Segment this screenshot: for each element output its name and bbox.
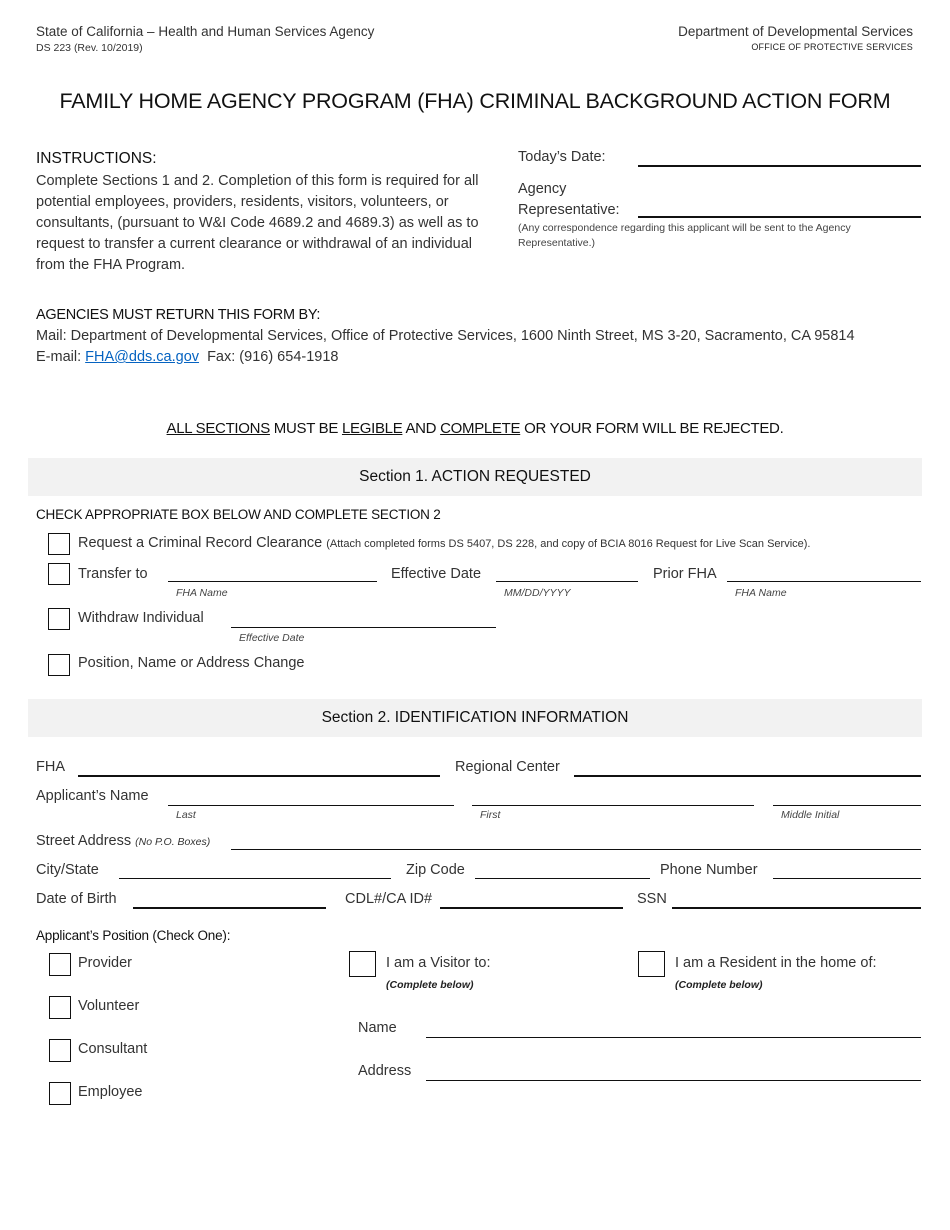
warning-all-sections: ALL SECTIONS xyxy=(166,420,271,437)
change-checkbox[interactable] xyxy=(48,654,70,676)
section1-instruction: CHECK APPROPRIATE BOX BELOW AND COMPLETE… xyxy=(36,507,441,522)
withdraw-label: Withdraw Individual xyxy=(78,610,204,626)
street-address-note: (No P.O. Boxes) xyxy=(135,836,211,848)
form-id: DS 223 (Rev. 10/2019) xyxy=(36,42,143,54)
email-link[interactable]: FHA@dds.ca.gov xyxy=(85,349,199,365)
warning-complete: COMPLETE xyxy=(440,420,521,437)
applicant-name-label: Applicant’s Name xyxy=(36,788,149,804)
host-address-label: Address xyxy=(358,1063,412,1079)
ssn-field[interactable] xyxy=(672,907,921,909)
department-name: Department of Developmental Services xyxy=(678,24,913,39)
fax-number: Fax: (916) 654-1918 xyxy=(207,349,339,365)
section2-header: Section 2. IDENTIFICATION INFORMATION xyxy=(28,699,922,737)
transfer-fha-field[interactable] xyxy=(168,581,377,582)
withdraw-date-field[interactable] xyxy=(231,627,496,628)
employee-checkbox[interactable] xyxy=(49,1082,71,1105)
first-name-hint: First xyxy=(480,809,501,821)
effective-date-label: Effective Date xyxy=(391,566,482,582)
effective-date-hint: MM/DD/YYYY xyxy=(504,587,571,599)
form-title: FAMILY HOME AGENCY PROGRAM (FHA) CRIMINA… xyxy=(59,89,891,113)
cdl-field[interactable] xyxy=(440,907,623,909)
phone-number-field[interactable] xyxy=(773,878,921,879)
regional-center-label: Regional Center xyxy=(455,759,560,775)
consultant-checkbox[interactable] xyxy=(49,1039,71,1062)
warning-text: OR YOUR FORM WILL BE REJECTED. xyxy=(520,420,784,437)
return-heading: AGENCIES MUST RETURN THIS FORM BY: xyxy=(36,307,321,323)
todays-date-label: Today’s Date: xyxy=(518,149,606,165)
request-clearance-label: Request a Criminal Record Clearance (Att… xyxy=(78,535,811,551)
host-address-field[interactable] xyxy=(426,1080,921,1081)
request-clearance-checkbox[interactable] xyxy=(48,533,70,555)
agency-rep-label: Agency Representative: xyxy=(518,179,620,221)
street-address-field[interactable] xyxy=(231,849,921,850)
resident-checkbox[interactable] xyxy=(638,951,665,977)
request-clearance-note: (Attach completed forms DS 5407, DS 228,… xyxy=(326,538,811,550)
visitor-checkbox[interactable] xyxy=(349,951,376,977)
prior-fha-hint: FHA Name xyxy=(735,587,787,599)
change-label: Position, Name or Address Change xyxy=(78,655,305,671)
todays-date-field[interactable] xyxy=(638,165,921,167)
host-name-label: Name xyxy=(358,1020,397,1036)
city-state-label: City/State xyxy=(36,862,99,878)
agency-rep-field[interactable] xyxy=(638,216,921,218)
fha-label: FHA xyxy=(36,759,65,775)
last-name-hint: Last xyxy=(176,809,196,821)
consultant-label: Consultant xyxy=(78,1041,148,1057)
legibility-warning: ALL SECTIONS MUST BE LEGIBLE AND COMPLET… xyxy=(0,420,950,437)
agency-rep-label-line1: Agency xyxy=(518,181,567,197)
last-name-field[interactable] xyxy=(168,805,454,806)
volunteer-checkbox[interactable] xyxy=(49,996,71,1019)
street-address-label: Street Address (No P.O. Boxes) xyxy=(36,833,210,849)
volunteer-label: Volunteer xyxy=(78,998,140,1014)
street-address-text: Street Address xyxy=(36,833,136,849)
dob-label: Date of Birth xyxy=(36,891,117,907)
resident-label: I am a Resident in the home of: xyxy=(675,955,877,971)
section1-header: Section 1. ACTION REQUESTED xyxy=(28,458,922,496)
return-contact: E-mail: FHA@dds.ca.gov Fax: (916) 654-19… xyxy=(36,349,338,365)
instructions-body: Complete Sections 1 and 2. Completion of… xyxy=(36,173,479,273)
instructions-heading: INSTRUCTIONS: xyxy=(36,150,157,167)
visitor-label: I am a Visitor to: xyxy=(386,955,491,971)
phone-number-label: Phone Number xyxy=(660,862,758,878)
provider-label: Provider xyxy=(78,955,132,971)
agency-rep-note: (Any correspondence regarding this appli… xyxy=(518,222,851,249)
visitor-complete-below: (Complete below) xyxy=(386,979,474,991)
warning-text: AND xyxy=(402,420,441,437)
zip-code-field[interactable] xyxy=(475,878,650,879)
position-heading: Applicant’s Position (Check One): xyxy=(36,928,231,943)
zip-code-label: Zip Code xyxy=(406,862,465,878)
first-name-field[interactable] xyxy=(472,805,754,806)
provider-checkbox[interactable] xyxy=(49,953,71,976)
city-state-field[interactable] xyxy=(119,878,391,879)
agency-rep-label-line2: Representative: xyxy=(518,202,620,218)
regional-center-field[interactable] xyxy=(574,775,921,777)
transfer-checkbox[interactable] xyxy=(48,563,70,585)
prior-fha-label: Prior FHA xyxy=(653,566,717,582)
agency-name: State of California – Health and Human S… xyxy=(36,24,375,39)
email-label: E-mail: xyxy=(36,349,86,365)
employee-label: Employee xyxy=(78,1084,143,1100)
cdl-label: CDL#/CA ID# xyxy=(345,891,433,907)
effective-date-field[interactable] xyxy=(496,581,638,582)
warning-legible: LEGIBLE xyxy=(341,420,403,437)
resident-complete-below: (Complete below) xyxy=(675,979,763,991)
withdraw-checkbox[interactable] xyxy=(48,608,70,630)
withdraw-date-hint: Effective Date xyxy=(239,632,305,644)
prior-fha-field[interactable] xyxy=(727,581,921,582)
transfer-label: Transfer to xyxy=(78,566,148,582)
ssn-label: SSN xyxy=(637,891,667,907)
fha-field[interactable] xyxy=(78,775,440,777)
middle-initial-field[interactable] xyxy=(773,805,921,806)
dob-field[interactable] xyxy=(133,907,326,909)
request-clearance-text: Request a Criminal Record Clearance xyxy=(78,535,327,551)
host-name-field[interactable] xyxy=(426,1037,921,1038)
middle-initial-hint: Middle Initial xyxy=(781,809,840,821)
office-name: OFFICE OF PROTECTIVE SERVICES xyxy=(751,42,913,52)
transfer-fha-hint: FHA Name xyxy=(176,587,228,599)
warning-text: MUST BE xyxy=(269,420,342,437)
return-mail-address: Mail: Department of Developmental Servic… xyxy=(36,328,855,344)
